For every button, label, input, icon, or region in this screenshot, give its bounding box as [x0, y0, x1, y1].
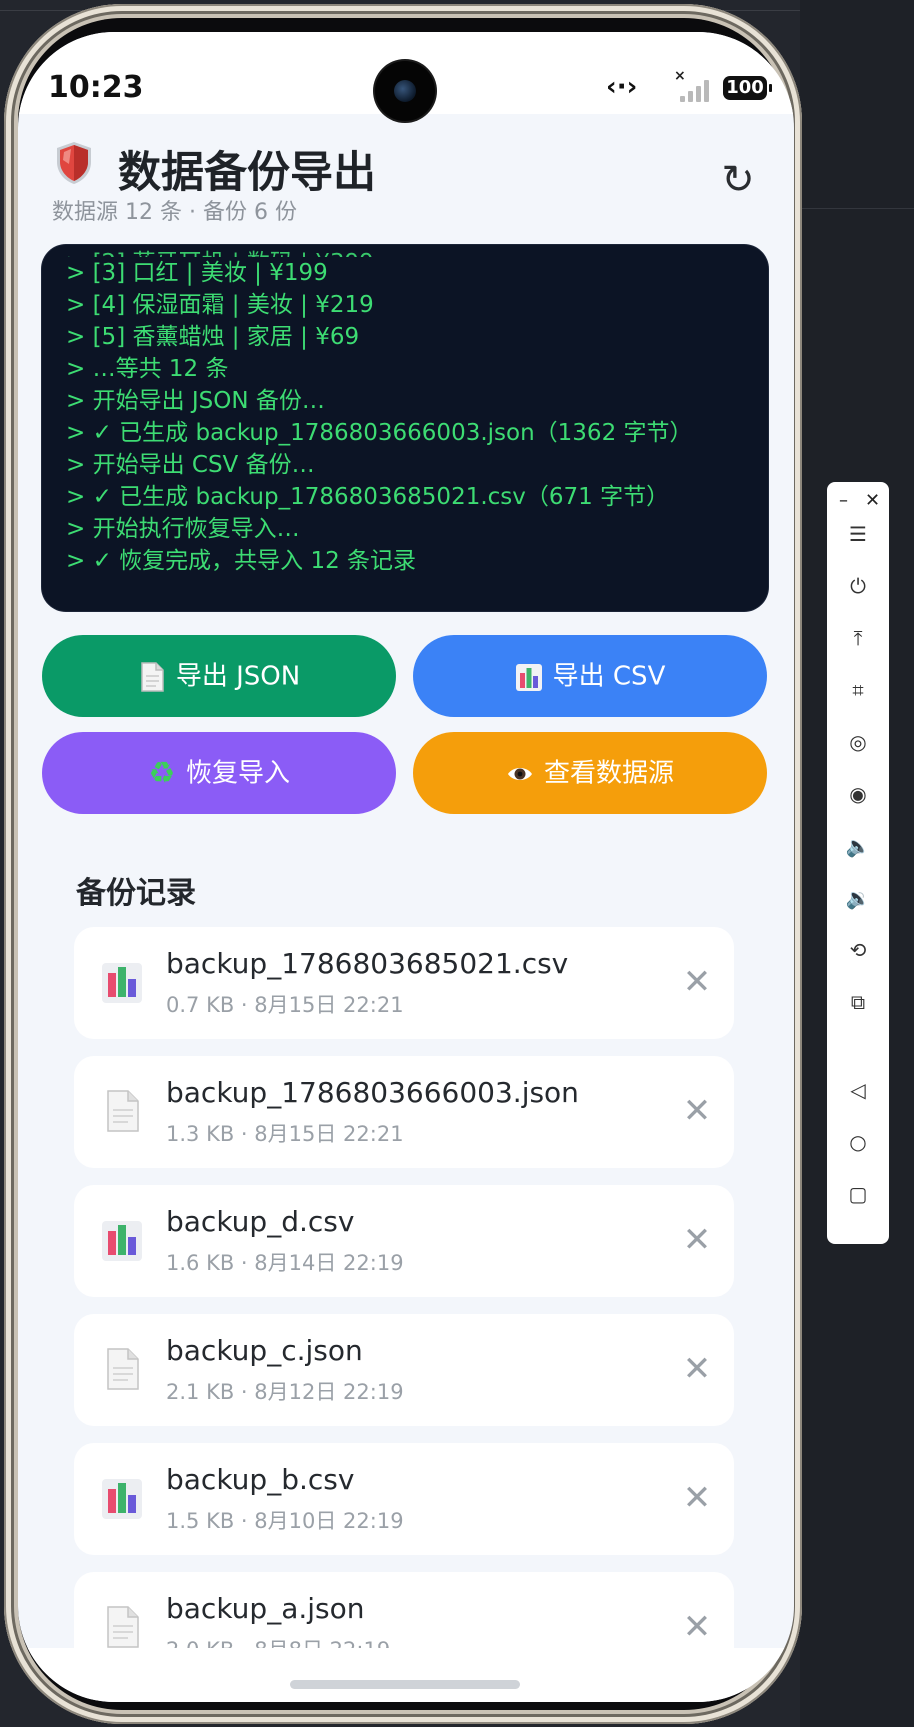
- eye-icon: [507, 767, 532, 780]
- log-line: > ✓ 恢复完成，共导入 12 条记录: [66, 548, 417, 574]
- data-transfer-icon: ‹·›: [606, 72, 638, 102]
- export-csv-button[interactable]: 导出 CSV: [413, 635, 767, 717]
- status-bar: 10:23 ‹·› × 100: [18, 32, 794, 121]
- backup-records-title: 备份记录: [76, 876, 196, 911]
- home-icon[interactable]: ○: [842, 1126, 874, 1158]
- multi-device-icon[interactable]: ⧉: [842, 986, 874, 1018]
- backup-file-meta: 1.3 KB · 8月15日 22:21: [166, 1122, 404, 1146]
- delete-icon[interactable]: ✕: [680, 959, 714, 1005]
- log-line: > ✓ 已生成 backup_1786803666003.json（1362 字…: [66, 420, 693, 446]
- home-indicator[interactable]: [290, 1680, 520, 1689]
- restore-import-label: 恢复导入: [185, 758, 290, 789]
- backup-file-name: backup_a.json: [166, 1592, 365, 1625]
- log-line: > …等共 12 条: [66, 356, 229, 382]
- minimize-button[interactable]: –: [839, 490, 848, 511]
- crop-icon[interactable]: ⌗: [842, 674, 874, 706]
- document-icon: [100, 1604, 144, 1650]
- backup-record-item[interactable]: backup_b.csv 1.5 KB · 8月10日 22:19 ✕: [74, 1443, 734, 1555]
- backup-file-meta: 1.6 KB · 8月14日 22:19: [166, 1251, 404, 1275]
- page-subtitle: 数据源 12 条 · 备份 6 份: [52, 200, 297, 225]
- bar-chart-icon: [100, 959, 144, 1005]
- bar-chart-icon: [515, 663, 542, 691]
- status-time: 10:23: [48, 70, 144, 105]
- backup-file-name: backup_c.json: [166, 1334, 363, 1367]
- bottom-area: [18, 1648, 794, 1702]
- volume-up-icon[interactable]: 🔈: [842, 830, 874, 862]
- backup-file-meta: 2.1 KB · 8月12日 22:19: [166, 1380, 404, 1404]
- log-line: > [5] 香薰蜡烛 | 家居 | ¥69: [66, 324, 360, 350]
- menu-icon[interactable]: ☰: [842, 518, 874, 550]
- log-line: > 开始执行恢复导入…: [66, 516, 300, 542]
- recycle-icon: ♻: [148, 755, 176, 791]
- log-line: > [3] 口红 | 美妆 | ¥199: [66, 260, 328, 286]
- bar-chart-icon: [100, 1475, 144, 1521]
- delete-icon[interactable]: ✕: [680, 1475, 714, 1521]
- document-icon: [100, 1346, 144, 1392]
- screenshot-icon[interactable]: ◉: [842, 778, 874, 810]
- delete-icon[interactable]: ✕: [680, 1217, 714, 1263]
- backup-file-name: backup_d.csv: [166, 1205, 355, 1238]
- phone-frame: 10:23 ‹·› × 100 数据备份导出 数据源 12 条 · 备份 6 份…: [4, 4, 802, 1724]
- power-icon[interactable]: ⏻: [842, 570, 874, 602]
- back-icon[interactable]: ◁: [842, 1074, 874, 1106]
- backup-record-item[interactable]: backup_d.csv 1.6 KB · 8月14日 22:19 ✕: [74, 1185, 734, 1297]
- app-screen: 10:23 ‹·› × 100 数据备份导出 数据源 12 条 · 备份 6 份…: [18, 32, 794, 1702]
- backup-file-meta: 1.5 KB · 8月10日 22:19: [166, 1509, 404, 1533]
- log-line: > [4] 保湿面霜 | 美妆 | ¥219: [66, 292, 374, 318]
- delete-icon[interactable]: ✕: [680, 1604, 714, 1650]
- log-console[interactable]: > [2] 蓝牙耳机 | 数码 | ¥399 > [3] 口红 | 美妆 | ¥1…: [42, 245, 768, 611]
- pin-top-icon[interactable]: ⤒: [842, 622, 874, 654]
- log-line: > 开始导出 CSV 备份…: [66, 452, 315, 478]
- recents-icon[interactable]: ▢: [842, 1178, 874, 1210]
- export-json-button[interactable]: 导出 JSON: [42, 635, 396, 717]
- delete-icon[interactable]: ✕: [680, 1088, 714, 1134]
- view-source-label: 查看数据源: [543, 758, 674, 789]
- log-line: > ✓ 已生成 backup_1786803685021.csv（671 字节）: [66, 484, 670, 510]
- status-icons: ‹·› × 100: [606, 68, 776, 104]
- log-line: > 开始导出 JSON 备份…: [66, 388, 325, 414]
- page-title: 数据备份导出: [118, 148, 376, 198]
- restore-import-button[interactable]: ♻ 恢复导入: [42, 732, 396, 814]
- close-window-button[interactable]: ✕: [865, 490, 880, 511]
- delete-icon[interactable]: ✕: [680, 1346, 714, 1392]
- backup-file-meta: 0.7 KB · 8月15日 22:21: [166, 993, 404, 1017]
- backup-record-item[interactable]: backup_1786803666003.json 1.3 KB · 8月15日 …: [74, 1056, 734, 1168]
- rotate-icon[interactable]: ◎: [842, 726, 874, 758]
- document-icon: [141, 661, 164, 692]
- log-line: > [2] 蓝牙耳机 | 数码 | ¥399: [66, 247, 758, 257]
- backup-record-item[interactable]: backup_1786803685021.csv 0.7 KB · 8月15日 2…: [74, 927, 734, 1039]
- refresh-icon[interactable]: ↻: [716, 158, 760, 202]
- view-source-button[interactable]: 查看数据源: [413, 732, 767, 814]
- export-csv-label: 导出 CSV: [552, 661, 666, 692]
- bar-chart-icon: [100, 1217, 144, 1263]
- emulator-toolbar: – ✕ ☰ ⏻ ⤒ ⌗ ◎ ◉ 🔈 🔉 ⟲ ⧉ ◁ ○ ▢: [827, 482, 889, 1244]
- backup-file-name: backup_1786803666003.json: [166, 1076, 579, 1109]
- shield-icon: [57, 142, 91, 184]
- export-json-label: 导出 JSON: [175, 661, 301, 692]
- backup-file-name: backup_b.csv: [166, 1463, 355, 1496]
- log-lines: > [2] 蓝牙耳机 | 数码 | ¥399 > [3] 口红 | 美妆 | ¥1…: [66, 250, 758, 577]
- rotate-device-icon[interactable]: ⟲: [842, 934, 874, 966]
- backup-record-item[interactable]: backup_c.json 2.1 KB · 8月12日 22:19 ✕: [74, 1314, 734, 1426]
- volume-down-icon[interactable]: 🔉: [842, 882, 874, 914]
- front-camera: [375, 61, 435, 121]
- backup-file-name: backup_1786803685021.csv: [166, 947, 569, 980]
- battery-icon: 100: [723, 76, 772, 100]
- signal-icon: ×: [674, 68, 714, 102]
- document-icon: [100, 1088, 144, 1134]
